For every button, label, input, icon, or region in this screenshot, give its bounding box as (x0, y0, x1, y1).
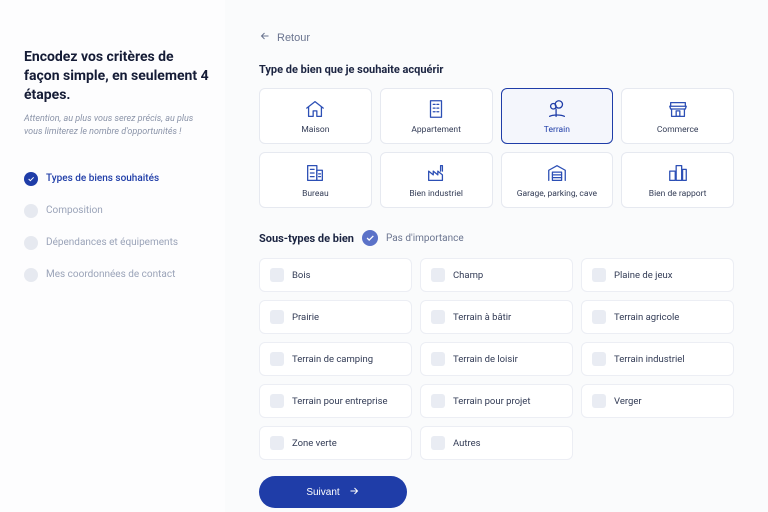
subtype-card[interactable]: Bois (259, 258, 412, 292)
subtype-card[interactable]: Plaine de jeux (581, 258, 734, 292)
subtype-label: Plaine de jeux (614, 270, 672, 281)
sidebar-hint: Attention, au plus vous serez précis, au… (24, 113, 209, 139)
subtype-label: Terrain à bâtir (453, 312, 511, 323)
checkbox-icon (431, 310, 445, 324)
checkbox-icon (592, 352, 606, 366)
checkbox-icon (592, 268, 606, 282)
arrow-right-icon (348, 485, 360, 500)
subtype-label: Verger (614, 396, 642, 407)
back-label: Retour (277, 32, 310, 44)
checkbox-icon (270, 268, 284, 282)
subtype-header: Sous-types de bien Pas d'importance (259, 230, 734, 246)
subtype-label: Terrain pour projet (453, 396, 530, 407)
subtype-card[interactable]: Terrain à bâtir (420, 300, 573, 334)
step-3[interactable]: Mes coordonnées de contact (24, 259, 209, 291)
type-card-garage[interactable]: Garage, parking, cave (501, 152, 614, 208)
step-label: Mes coordonnées de contact (46, 269, 175, 280)
type-card-commerce[interactable]: Commerce (621, 88, 734, 144)
subtype-title: Sous-types de bien (259, 232, 354, 245)
type-label: Bureau (302, 189, 329, 199)
arrow-left-icon (259, 30, 271, 45)
subtype-card[interactable]: Terrain agricole (581, 300, 734, 334)
type-label: Bien de rapport (649, 189, 707, 199)
type-card-apartment[interactable]: Appartement (380, 88, 493, 144)
step-label: Types de biens souhaités (46, 173, 159, 184)
steps-list: Types de biens souhaités Composition Dépen… (24, 163, 209, 291)
type-card-office[interactable]: Bureau (259, 152, 372, 208)
step-bullet-icon (24, 236, 38, 250)
checkbox-icon (431, 268, 445, 282)
subtype-card[interactable]: Terrain pour entreprise (259, 384, 412, 418)
checkbox-icon (270, 352, 284, 366)
subtype-label: Prairie (292, 312, 319, 323)
no-importance-label: Pas d'importance (386, 233, 464, 244)
page-title: Encodez vos critères de façon simple, en… (24, 48, 209, 105)
checkbox-icon (431, 352, 445, 366)
checkbox-icon (270, 436, 284, 450)
type-label: Appartement (411, 125, 461, 135)
step-0[interactable]: Types de biens souhaités (24, 163, 209, 195)
type-card-investment[interactable]: Bien de rapport (621, 152, 734, 208)
industrial-icon (424, 162, 448, 184)
subtype-label: Bois (292, 270, 311, 281)
type-label: Maison (301, 125, 329, 135)
subtype-card[interactable]: Terrain de camping (259, 342, 412, 376)
no-importance-checkbox[interactable] (362, 230, 378, 246)
main-panel: Retour Type de bien que je souhaite acqu… (225, 0, 768, 512)
subtype-card[interactable]: Zone verte (259, 426, 412, 460)
type-label: Terrain (544, 125, 570, 135)
checkbox-icon (592, 310, 606, 324)
subtype-grid: Bois Champ Plaine de jeux Prairie Terrain à … (259, 258, 734, 460)
subtype-label: Terrain pour entreprise (292, 396, 388, 407)
type-card-house[interactable]: Maison (259, 88, 372, 144)
subtype-label: Terrain industriel (614, 354, 685, 365)
subtype-card[interactable]: Champ (420, 258, 573, 292)
checkbox-icon (431, 394, 445, 408)
apartment-icon (424, 98, 448, 120)
step-1[interactable]: Composition (24, 195, 209, 227)
step-2[interactable]: Dépendances et équipements (24, 227, 209, 259)
subtype-card[interactable]: Terrain de loisir (420, 342, 573, 376)
garage-icon (545, 162, 569, 184)
type-grid: Maison Appartement Terrain Commerce Bureau Bi… (259, 88, 734, 208)
subtype-label: Terrain de loisir (453, 354, 518, 365)
back-button[interactable]: Retour (259, 30, 310, 45)
subtype-label: Terrain agricole (614, 312, 679, 323)
subtype-card[interactable]: Autres (420, 426, 573, 460)
step-label: Composition (46, 205, 103, 216)
subtype-card[interactable]: Prairie (259, 300, 412, 334)
checkbox-icon (270, 310, 284, 324)
checkbox-icon (592, 394, 606, 408)
sidebar: Encodez vos critères de façon simple, en… (0, 0, 225, 512)
subtype-card[interactable]: Verger (581, 384, 734, 418)
investment-icon (666, 162, 690, 184)
terrain-icon (545, 98, 569, 120)
checkbox-icon (431, 436, 445, 450)
type-card-terrain[interactable]: Terrain (501, 88, 614, 144)
next-button[interactable]: Suivant (259, 476, 407, 508)
subtype-label: Champ (453, 270, 483, 281)
subtype-label: Terrain de camping (292, 354, 373, 365)
step-bullet-icon (24, 268, 38, 282)
step-bullet-icon (24, 204, 38, 218)
step-label: Dépendances et équipements (46, 237, 178, 248)
commerce-icon (666, 98, 690, 120)
type-section-title: Type de bien que je souhaite acquérir (259, 63, 734, 76)
type-label: Bien industriel (409, 189, 463, 199)
checkbox-icon (270, 394, 284, 408)
subtype-card[interactable]: Terrain pour projet (420, 384, 573, 418)
type-label: Garage, parking, cave (517, 189, 597, 199)
house-icon (303, 98, 327, 120)
subtype-card[interactable]: Terrain industriel (581, 342, 734, 376)
office-icon (303, 162, 327, 184)
subtype-label: Zone verte (292, 438, 337, 449)
next-label: Suivant (306, 487, 339, 498)
type-label: Commerce (657, 125, 699, 135)
step-bullet-icon (24, 172, 38, 186)
type-card-industrial[interactable]: Bien industriel (380, 152, 493, 208)
subtype-label: Autres (453, 438, 481, 449)
